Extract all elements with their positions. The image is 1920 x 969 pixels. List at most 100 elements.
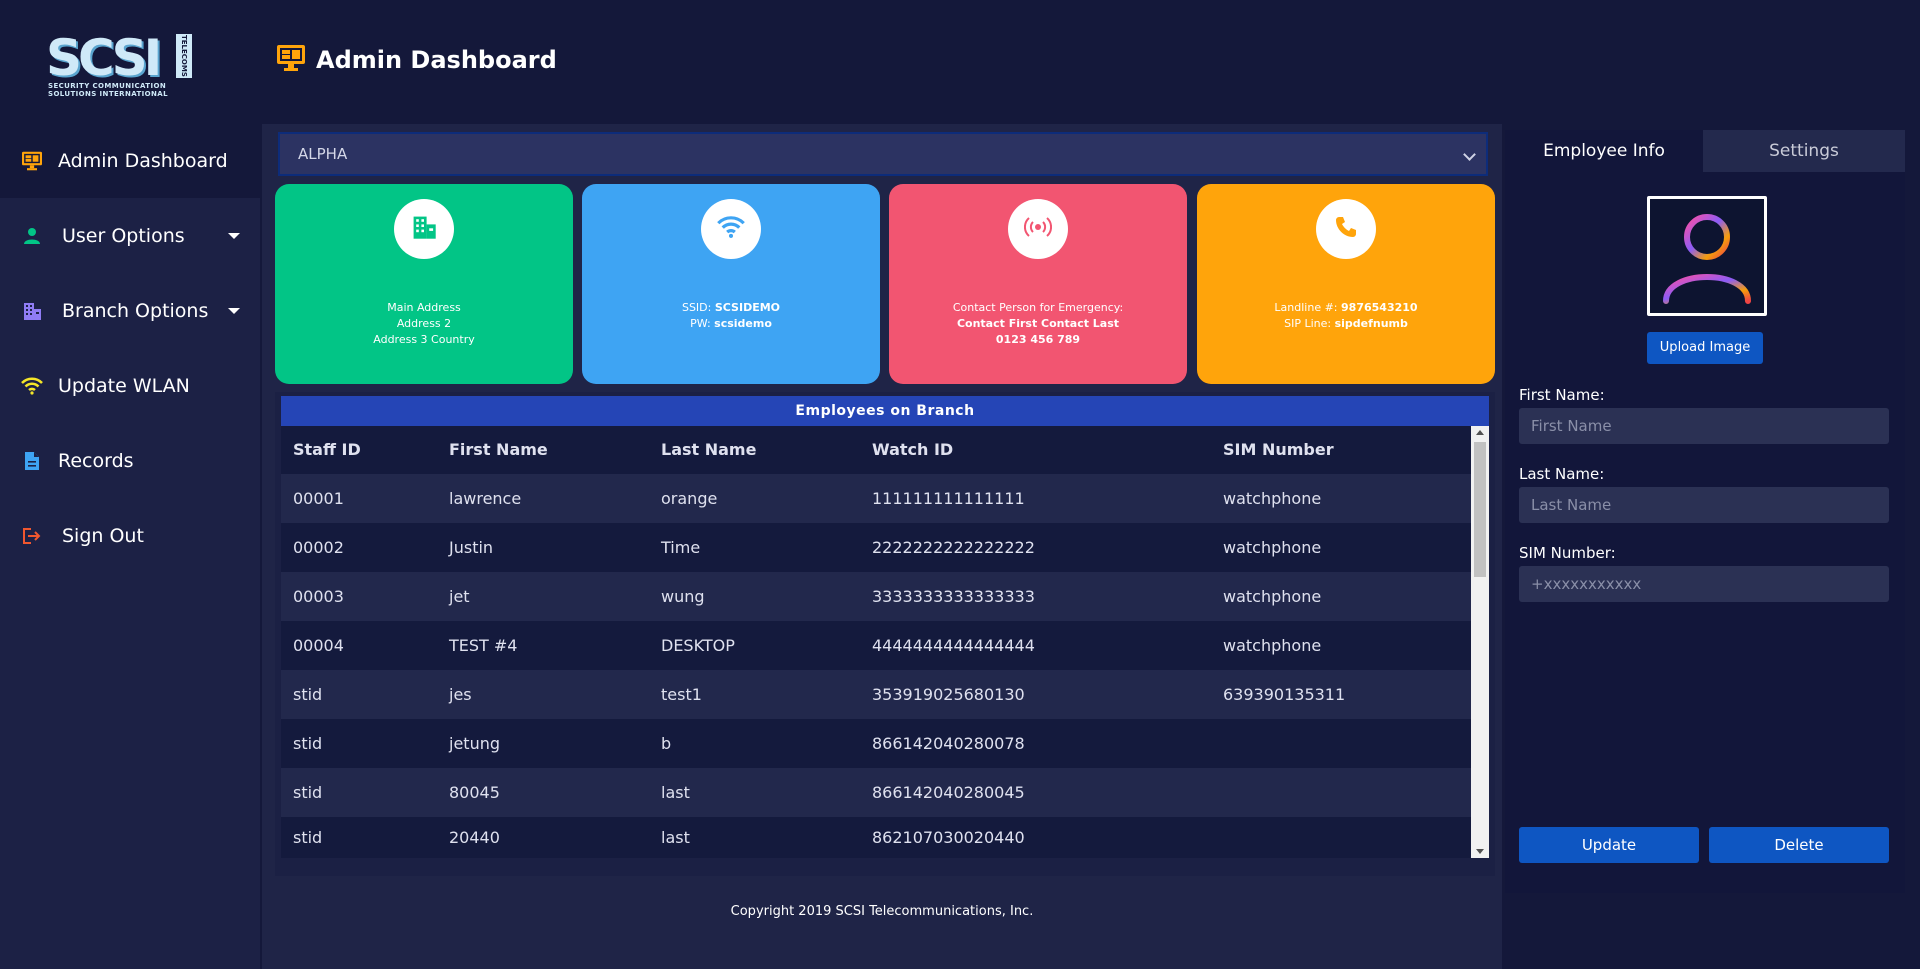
column-header-first-name[interactable]: First Name: [449, 426, 548, 474]
table-header: Staff ID First Name Last Name Watch ID S…: [281, 426, 1471, 474]
avatar: [1647, 196, 1767, 316]
cell-first-name: jetung: [449, 734, 500, 753]
landline-value: 9876543210: [1341, 301, 1418, 314]
wifi-icon: [20, 374, 44, 398]
cell-staff-id: stid: [293, 734, 323, 753]
user-avatar-icon: [1650, 214, 1764, 317]
sidebar-item-records[interactable]: Records: [0, 424, 260, 498]
branch-select[interactable]: ALPHA: [278, 132, 1488, 176]
cell-last-name: test1: [661, 685, 702, 704]
card-icon-circle: [701, 199, 761, 259]
chevron-down-icon[interactable]: [228, 233, 240, 239]
sidebar-item-admin-dashboard[interactable]: Admin Dashboard: [0, 124, 260, 198]
table-scrollbar[interactable]: [1471, 426, 1489, 858]
last-name-field[interactable]: [1519, 487, 1889, 523]
copyright-text: Copyright 2019 SCSI Telecommunications, …: [730, 904, 1034, 919]
sign-out-icon: [20, 524, 44, 548]
column-header-sim-number[interactable]: SIM Number: [1223, 426, 1334, 474]
cell-staff-id: 00002: [293, 538, 344, 557]
sidebar-item-label: Records: [58, 450, 134, 472]
cell-staff-id: stid: [293, 828, 323, 847]
sidebar-item-update-wlan[interactable]: Update WLAN: [0, 349, 260, 423]
table-row[interactable]: stid 20440 last 862107030020440: [281, 817, 1471, 858]
table-row[interactable]: stid 80045 last 866142040280045: [281, 768, 1471, 817]
cell-watch-id: 4444444444444444: [872, 636, 1035, 655]
cell-staff-id: stid: [293, 783, 323, 802]
address-line-3: Address 3 Country: [373, 333, 475, 346]
sip-value: sipdefnumb: [1334, 317, 1408, 330]
first-name-field[interactable]: [1519, 408, 1889, 444]
sidebar-item-sign-out[interactable]: Sign Out: [0, 499, 260, 573]
emergency-label: Contact Person for Emergency:: [952, 301, 1124, 314]
document-icon: [20, 449, 44, 473]
cell-sim-number: watchphone: [1223, 587, 1322, 606]
cell-watch-id: 866142040280045: [872, 783, 1025, 802]
scrollbar-thumb[interactable]: [1474, 442, 1486, 577]
column-header-staff-id[interactable]: Staff ID: [293, 426, 361, 474]
cell-last-name: Time: [661, 538, 701, 557]
tab-employee-info[interactable]: Employee Info: [1505, 130, 1703, 172]
table-row[interactable]: stid jes test1 353919025680130 639390135…: [281, 670, 1471, 719]
cell-watch-id: 862107030020440: [872, 828, 1025, 847]
branch-select-value: ALPHA: [298, 145, 348, 163]
sim-number-label: SIM Number:: [1519, 544, 1616, 562]
table-row[interactable]: stid jetung b 866142040280078: [281, 719, 1471, 768]
cell-last-name: last: [661, 783, 690, 802]
table-row[interactable]: 00001 lawrence orange 111111111111111 wa…: [281, 474, 1471, 523]
page-title: Admin Dashboard: [276, 44, 557, 76]
emergency-contact-name: Contact First Contact Last: [956, 317, 1120, 330]
delete-button[interactable]: Delete: [1709, 827, 1889, 863]
employee-panel: Employee Info Settings Upload Image Firs…: [1505, 130, 1905, 893]
employees-table: Employees on Branch Staff ID First Name …: [275, 392, 1495, 876]
emergency-contact-phone: 0123 456 789: [995, 333, 1081, 346]
pw-label: PW:: [690, 317, 715, 330]
cell-last-name: orange: [661, 489, 718, 508]
address-card: Main Address Address 2 Address 3 Country: [275, 184, 573, 384]
table-title: Employees on Branch: [281, 396, 1489, 426]
chevron-down-icon[interactable]: [228, 308, 240, 314]
cell-first-name: jet: [449, 587, 470, 606]
wifi-icon: [717, 215, 745, 243]
upload-image-button[interactable]: Upload Image: [1647, 332, 1763, 364]
cell-watch-id: 2222222222222222: [872, 538, 1035, 557]
wlan-text: SSID: SCSIDEMO PW: scsidemo: [582, 300, 880, 332]
cell-last-name: wung: [661, 587, 705, 606]
scroll-up-arrow-icon[interactable]: [1476, 430, 1484, 435]
cell-first-name: lawrence: [449, 489, 522, 508]
sidebar-item-branch-options[interactable]: Branch Options: [0, 274, 260, 348]
sidebar-item-label: Branch Options: [62, 300, 209, 322]
scroll-down-arrow-icon[interactable]: [1476, 849, 1484, 854]
cell-sim-number: watchphone: [1223, 489, 1322, 508]
cell-first-name: 20440: [449, 828, 500, 847]
tab-settings[interactable]: Settings: [1703, 130, 1905, 172]
last-name-label: Last Name:: [1519, 465, 1605, 483]
table-row[interactable]: 00004 TEST #4 DESKTOP 4444444444444444 w…: [281, 621, 1471, 670]
cell-staff-id: 00001: [293, 489, 344, 508]
cell-first-name: Justin: [449, 538, 494, 557]
scsi-logo[interactable]: SCSI TELECOMS SECURITY COMMUNICATION SOL…: [46, 32, 198, 98]
cell-last-name: last: [661, 828, 690, 847]
building-icon: [20, 299, 44, 323]
sim-number-field[interactable]: [1519, 566, 1889, 602]
emergency-text: Contact Person for Emergency: Contact Fi…: [889, 300, 1187, 348]
cell-first-name: jes: [449, 685, 472, 704]
monitor-icon: [20, 149, 44, 173]
sidebar: Admin Dashboard User Options Branch Opti…: [0, 124, 260, 969]
wlan-card: SSID: SCSIDEMO PW: scsidemo: [582, 184, 880, 384]
cell-first-name: TEST #4: [449, 636, 518, 655]
update-button[interactable]: Update: [1519, 827, 1699, 863]
sidebar-item-user-options[interactable]: User Options: [0, 199, 260, 273]
table-row[interactable]: 00002 Justin Time 2222222222222222 watch…: [281, 523, 1471, 572]
ssid-value: SCSIDEMO: [714, 301, 781, 314]
user-icon: [20, 224, 44, 248]
cell-watch-id: 353919025680130: [872, 685, 1025, 704]
broadcast-icon: [1023, 216, 1053, 242]
sip-label: SIP Line:: [1284, 317, 1335, 330]
column-header-last-name[interactable]: Last Name: [661, 426, 756, 474]
logo-vertical-text: TELECOMS: [176, 34, 192, 78]
sidebar-item-label: Sign Out: [62, 525, 144, 547]
column-header-watch-id[interactable]: Watch ID: [872, 426, 953, 474]
logo-subtitle: SECURITY COMMUNICATION SOLUTIONS INTERNA…: [48, 82, 168, 98]
table-row[interactable]: 00003 jet wung 3333333333333333 watchpho…: [281, 572, 1471, 621]
cell-sim-number: 639390135311: [1223, 685, 1346, 704]
